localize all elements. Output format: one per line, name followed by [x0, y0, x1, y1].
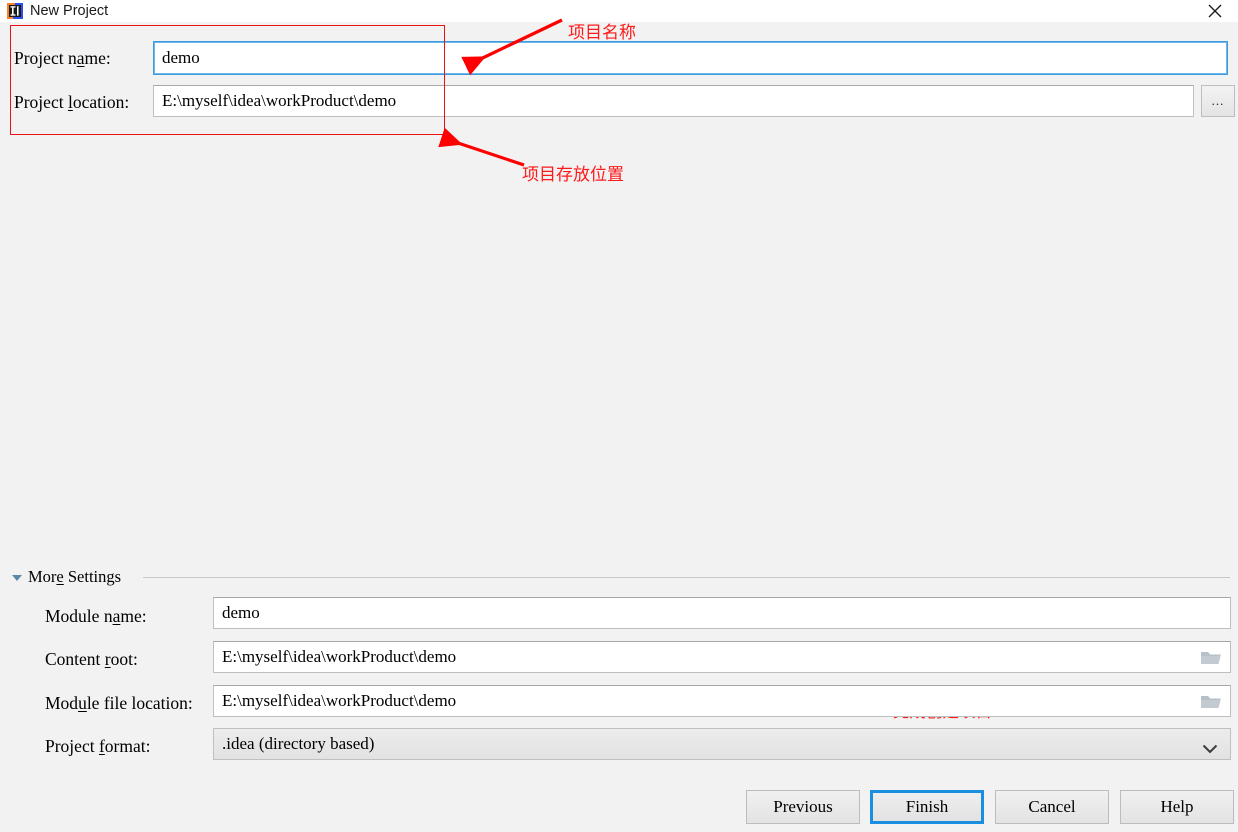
- module-name-input[interactable]: demo: [213, 597, 1231, 629]
- close-icon[interactable]: [1192, 0, 1238, 22]
- finish-button[interactable]: Finish: [870, 790, 984, 824]
- project-format-label: Project format:: [45, 736, 151, 756]
- project-name-label: Project name:: [14, 48, 111, 68]
- annotation-project-name: 项目名称: [568, 23, 636, 43]
- triangle-down-icon: [12, 575, 22, 581]
- module-name-value: demo: [222, 603, 260, 622]
- content-root-label: Content root:: [45, 649, 138, 669]
- content-root-input[interactable]: E:\myself\idea\workProduct\demo: [213, 641, 1231, 673]
- intellij-idea-logo-icon: [7, 3, 23, 19]
- module-file-location-label: Module file location:: [45, 693, 193, 713]
- cancel-button-label: Cancel: [1028, 797, 1076, 816]
- project-location-label: Project location:: [14, 92, 130, 112]
- annotation-project-location: 项目存放位置: [522, 165, 624, 185]
- folder-icon[interactable]: [1200, 649, 1222, 666]
- module-name-label: Module name:: [45, 606, 147, 626]
- help-button[interactable]: Help: [1120, 790, 1234, 824]
- more-settings-divider: [143, 577, 1230, 578]
- module-file-location-value: E:\myself\idea\workProduct\demo: [222, 691, 457, 710]
- project-format-select[interactable]: .idea (directory based): [213, 728, 1231, 760]
- module-file-location-input[interactable]: E:\myself\idea\workProduct\demo: [213, 685, 1231, 717]
- content-root-value: E:\myself\idea\workProduct\demo: [222, 647, 457, 666]
- project-name-input[interactable]: demo: [153, 41, 1228, 75]
- more-settings-label: More Settings: [28, 567, 122, 586]
- finish-button-label: Finish: [905, 797, 949, 816]
- browse-location-button[interactable]: ...: [1201, 85, 1235, 117]
- project-location-value: E:\myself\idea\workProduct\demo: [162, 91, 397, 110]
- help-button-label: Help: [1160, 797, 1194, 816]
- project-location-input[interactable]: E:\myself\idea\workProduct\demo: [153, 85, 1194, 117]
- previous-button-label: Previous: [773, 797, 833, 816]
- cancel-button[interactable]: Cancel: [995, 790, 1109, 824]
- ellipsis-icon: ...: [1211, 93, 1225, 108]
- project-format-value: .idea (directory based): [222, 734, 375, 753]
- chevron-down-icon[interactable]: [1202, 739, 1218, 759]
- more-settings-toggle[interactable]: More Settings: [12, 566, 121, 588]
- folder-icon[interactable]: [1200, 693, 1222, 710]
- previous-button[interactable]: Previous: [746, 790, 860, 824]
- window-title: New Project: [30, 3, 109, 19]
- project-name-value: demo: [162, 48, 200, 67]
